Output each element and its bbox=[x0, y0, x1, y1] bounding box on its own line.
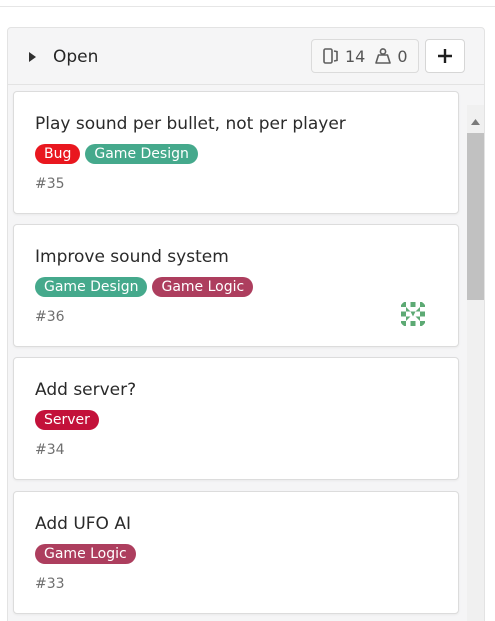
label-game-design[interactable]: Game Design bbox=[35, 277, 148, 297]
issue-card[interactable]: Play sound per bullet, not per player Bu… bbox=[13, 91, 459, 214]
identicon-icon bbox=[398, 299, 428, 329]
label-server[interactable]: Server bbox=[35, 410, 99, 430]
issue-number: #36 bbox=[35, 309, 65, 325]
list-header: Open 14 0 bbox=[8, 28, 484, 85]
assignee-count: 0 bbox=[374, 46, 408, 66]
list-title: Open bbox=[53, 47, 99, 67]
add-issue-button[interactable] bbox=[425, 39, 465, 73]
issue-labels: Game Logic bbox=[35, 544, 136, 564]
list-counts: 14 0 bbox=[311, 39, 419, 73]
issue-card[interactable]: Add UFO AI Game Logic #33 bbox=[13, 491, 459, 614]
assignee-avatar[interactable] bbox=[398, 299, 428, 329]
issue-title[interactable]: Add server? bbox=[35, 380, 136, 400]
caret-right-icon[interactable] bbox=[29, 52, 36, 62]
issue-count-value: 14 bbox=[345, 46, 366, 66]
label-bug[interactable]: Bug bbox=[35, 144, 81, 164]
weight-icon bbox=[375, 48, 392, 64]
issue-number: #33 bbox=[35, 576, 65, 592]
issue-count: 14 bbox=[322, 47, 365, 66]
issue-card[interactable]: Improve sound system Game Design Game Lo… bbox=[13, 224, 459, 347]
label-game-logic[interactable]: Game Logic bbox=[35, 544, 136, 564]
issue-labels: Bug Game Design bbox=[35, 144, 198, 164]
issue-title[interactable]: Add UFO AI bbox=[35, 514, 131, 534]
issue-number: #34 bbox=[35, 442, 65, 458]
scroll-up-icon[interactable] bbox=[471, 119, 480, 125]
issue-labels: Server bbox=[35, 410, 99, 430]
issue-card[interactable]: Add server? Server #34 bbox=[13, 357, 459, 480]
issue-title[interactable]: Improve sound system bbox=[35, 247, 229, 267]
top-divider bbox=[0, 6, 495, 7]
issue-labels: Game Design Game Logic bbox=[35, 277, 254, 297]
label-game-logic[interactable]: Game Logic bbox=[152, 277, 254, 297]
issue-title[interactable]: Play sound per bullet, not per player bbox=[35, 114, 346, 134]
issue-number: #35 bbox=[35, 176, 65, 192]
assignee-count-value: 0 bbox=[397, 46, 408, 66]
plus-icon bbox=[438, 49, 452, 63]
issues-icon bbox=[323, 48, 338, 64]
scrollbar-thumb[interactable] bbox=[467, 133, 484, 300]
label-game-design[interactable]: Game Design bbox=[85, 144, 198, 164]
issue-board-list: Open 14 0 Play sound per bullet, not per… bbox=[7, 27, 485, 621]
